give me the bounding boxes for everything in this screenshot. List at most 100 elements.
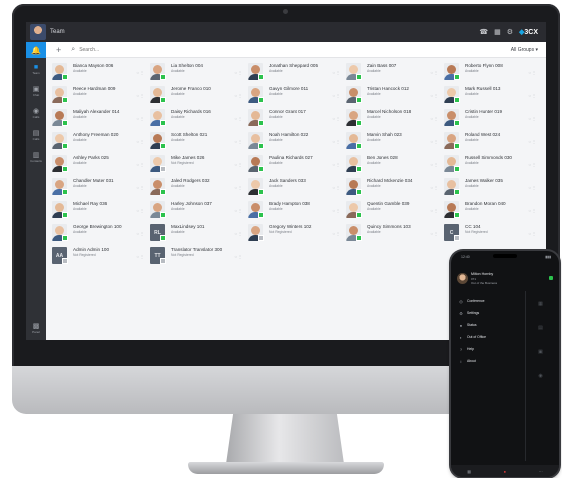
rail-item-team[interactable]: ■ Team — [26, 58, 46, 80]
contact-actions-icon[interactable]: ◌ ⋮ — [431, 139, 439, 144]
phone-call-icon[interactable]: ● — [504, 469, 506, 474]
contact-card[interactable]: Gregory Winters 102 Not Registered ◌ ⋮ — [246, 223, 344, 244]
contact-card[interactable]: Zain Bass 007 Available ◌ ⋮ — [344, 62, 442, 83]
contact-actions-icon[interactable]: ◌ ⋮ — [333, 70, 341, 75]
contact-card[interactable]: Paulina Richards 027 Available ◌ ⋮ — [246, 154, 344, 175]
contact-card[interactable]: Russell Simmonds 030 Available ◌ ⋮ — [442, 154, 540, 175]
contact-card[interactable]: Marcel Nicholson 018 Available ◌ ⋮ — [344, 108, 442, 129]
contact-actions-icon[interactable]: ◌ ⋮ — [235, 254, 243, 259]
contact-card[interactable]: Cristin Hunter 019 Available ◌ ⋮ — [442, 108, 540, 129]
contact-card[interactable]: Richard Mckenzie 034 Available ◌ ⋮ — [344, 177, 442, 198]
contact-actions-icon[interactable]: ◌ ⋮ — [333, 116, 341, 121]
contact-actions-icon[interactable]: ◌ ⋮ — [235, 208, 243, 213]
contact-card[interactable]: C CC 104 Not Registered ◌ ⋮ — [442, 223, 540, 244]
contact-actions-icon[interactable]: ◌ ⋮ — [137, 139, 145, 144]
contact-actions-icon[interactable]: ◌ ⋮ — [333, 185, 341, 190]
phone-menu-settings[interactable]: ⚙ Settings — [455, 307, 519, 319]
contact-card[interactable]: Gavyn Gilmore 011 Available ◌ ⋮ — [246, 85, 344, 106]
contact-actions-icon[interactable]: ◌ ⋮ — [137, 208, 145, 213]
contact-actions-icon[interactable]: ◌ ⋮ — [333, 93, 341, 98]
contact-actions-icon[interactable]: ◌ ⋮ — [333, 231, 341, 236]
contact-actions-icon[interactable]: ◌ ⋮ — [431, 70, 439, 75]
contact-card[interactable]: Michael Ray 036 Available ◌ ⋮ — [50, 200, 148, 221]
contact-actions-icon[interactable]: ◌ ⋮ — [529, 70, 537, 75]
contact-card[interactable]: Roberto Flynn 008 Available ◌ ⋮ — [442, 62, 540, 83]
rail-item-panel[interactable]: ▩ Panel — [26, 322, 46, 334]
contact-actions-icon[interactable]: ◌ ⋮ — [137, 231, 145, 236]
contact-actions-icon[interactable]: ◌ ⋮ — [431, 208, 439, 213]
contact-actions-icon[interactable]: ◌ ⋮ — [529, 162, 537, 167]
contact-card[interactable]: Reece Hardman 009 Available ◌ ⋮ — [50, 85, 148, 106]
contact-card[interactable]: Quentin Gamble 039 Available ◌ ⋮ — [344, 200, 442, 221]
groups-dropdown[interactable]: All Groups ▾ — [511, 47, 538, 53]
contact-actions-icon[interactable]: ◌ ⋮ — [137, 254, 145, 259]
phone-keypad-icon[interactable]: ▦ — [467, 469, 471, 474]
grid-icon[interactable]: ▦ — [494, 29, 501, 36]
contact-actions-icon[interactable]: ◌ ⋮ — [137, 116, 145, 121]
contact-actions-icon[interactable]: ◌ ⋮ — [333, 139, 341, 144]
contact-card[interactable]: Jerome Franco 010 Available ◌ ⋮ — [148, 85, 246, 106]
contact-card[interactable]: Daisy Richards 016 Available ◌ ⋮ — [148, 108, 246, 129]
contact-actions-icon[interactable]: ◌ ⋮ — [431, 231, 439, 236]
contact-card[interactable]: George Brewington 100 Available ◌ ⋮ — [50, 223, 148, 244]
contact-actions-icon[interactable]: ◌ ⋮ — [529, 231, 537, 236]
user-avatar[interactable] — [30, 24, 46, 40]
contact-card[interactable]: Ashley Parks 025 Available ◌ ⋮ — [50, 154, 148, 175]
rail-item-recent[interactable]: ▤ Calls — [26, 124, 46, 146]
contact-actions-icon[interactable]: ◌ ⋮ — [529, 139, 537, 144]
contact-card[interactable]: Connor Grant 017 Available ◌ ⋮ — [246, 108, 344, 129]
contact-actions-icon[interactable]: ◌ ⋮ — [235, 185, 243, 190]
contact-card[interactable]: TT Translator Translator 300 Not Registere… — [148, 246, 246, 267]
phone-user-header[interactable]: Milton Hornby 071 Out of the Business — [457, 265, 553, 291]
contact-card[interactable]: Tristan Hancock 012 Available ◌ ⋮ — [344, 85, 442, 106]
contact-actions-icon[interactable]: ◌ ⋮ — [431, 185, 439, 190]
contact-actions-icon[interactable]: ◌ ⋮ — [333, 162, 341, 167]
contact-actions-icon[interactable]: ◌ ⋮ — [529, 208, 537, 213]
contact-actions-icon[interactable]: ◌ ⋮ — [235, 231, 243, 236]
add-icon[interactable]: + — [56, 45, 61, 55]
contact-card[interactable]: Bianca Mayson 006 Available ◌ ⋮ — [50, 62, 148, 83]
contact-card[interactable]: Maliyah Alexander 014 Available ◌ ⋮ — [50, 108, 148, 129]
contact-actions-icon[interactable]: ◌ ⋮ — [431, 93, 439, 98]
contact-actions-icon[interactable]: ◌ ⋮ — [333, 208, 341, 213]
contact-actions-icon[interactable]: ◌ ⋮ — [431, 162, 439, 167]
contact-card[interactable]: RL MaxLindsey 101 Available ◌ ⋮ — [148, 223, 246, 244]
phone-menu-about[interactable]: i About — [455, 355, 519, 367]
contact-card[interactable]: Lia Shelton 004 Available ◌ ⋮ — [148, 62, 246, 83]
rail-item-chat[interactable]: ▣ Chat — [26, 80, 46, 102]
contact-card[interactable]: Brandon Moran 040 Available ◌ ⋮ — [442, 200, 540, 221]
settings-icon[interactable]: ⚙ — [507, 29, 513, 36]
contact-card[interactable]: Jonathan Sheppard 005 Available ◌ ⋮ — [246, 62, 344, 83]
contact-card[interactable]: James Walker 035 Available ◌ ⋮ — [442, 177, 540, 198]
contact-card[interactable]: Scott Shelton 021 Available ◌ ⋮ — [148, 131, 246, 152]
search-input[interactable] — [79, 46, 200, 53]
contact-card[interactable]: Brady Hampton 038 Available ◌ ⋮ — [246, 200, 344, 221]
contact-actions-icon[interactable]: ◌ ⋮ — [529, 93, 537, 98]
contact-card[interactable]: Noah Hamilton 022 Available ◌ ⋮ — [246, 131, 344, 152]
contact-card[interactable]: Anthony Freeman 020 Available ◌ ⋮ — [50, 131, 148, 152]
rail-item-contacts[interactable]: ▥ Contacts — [26, 146, 46, 168]
contact-card[interactable]: Jaled Rodgers 032 Available ◌ ⋮ — [148, 177, 246, 198]
phone-menu-help[interactable]: ? Help — [455, 343, 519, 355]
contact-card[interactable]: Mark Russell 013 Available ◌ ⋮ — [442, 85, 540, 106]
contact-actions-icon[interactable]: ◌ ⋮ — [235, 139, 243, 144]
contact-card[interactable]: Harley Johnson 037 Available ◌ ⋮ — [148, 200, 246, 221]
contact-actions-icon[interactable]: ◌ ⋮ — [529, 116, 537, 121]
contact-card[interactable]: Roland West 024 Available ◌ ⋮ — [442, 131, 540, 152]
contact-actions-icon[interactable]: ◌ ⋮ — [235, 93, 243, 98]
notification-bell-icon[interactable]: 🔔 — [26, 42, 46, 58]
phone-menu-conference[interactable]: ◎ Conference — [455, 295, 519, 307]
rail-item-calls[interactable]: ◉ Calls — [26, 102, 46, 124]
contact-card[interactable]: AA Admin Admin 100 Not Registered ◌ ⋮ — [50, 246, 148, 267]
contact-actions-icon[interactable]: ◌ ⋮ — [431, 116, 439, 121]
contact-actions-icon[interactable]: ◌ ⋮ — [137, 185, 145, 190]
contact-actions-icon[interactable]: ◌ ⋮ — [529, 185, 537, 190]
contact-actions-icon[interactable]: ◌ ⋮ — [137, 93, 145, 98]
phone-menu-status[interactable]: ● Status — [455, 319, 519, 331]
contact-card[interactable]: Jack Sanders 033 Available ◌ ⋮ — [246, 177, 344, 198]
contact-actions-icon[interactable]: ◌ ⋮ — [137, 70, 145, 75]
contact-card[interactable]: Chandler Muter 031 Available ◌ ⋮ — [50, 177, 148, 198]
contact-card[interactable]: Ben Jones 028 Available ◌ ⋮ — [344, 154, 442, 175]
contact-actions-icon[interactable]: ◌ ⋮ — [137, 162, 145, 167]
contact-actions-icon[interactable]: ◌ ⋮ — [235, 116, 243, 121]
